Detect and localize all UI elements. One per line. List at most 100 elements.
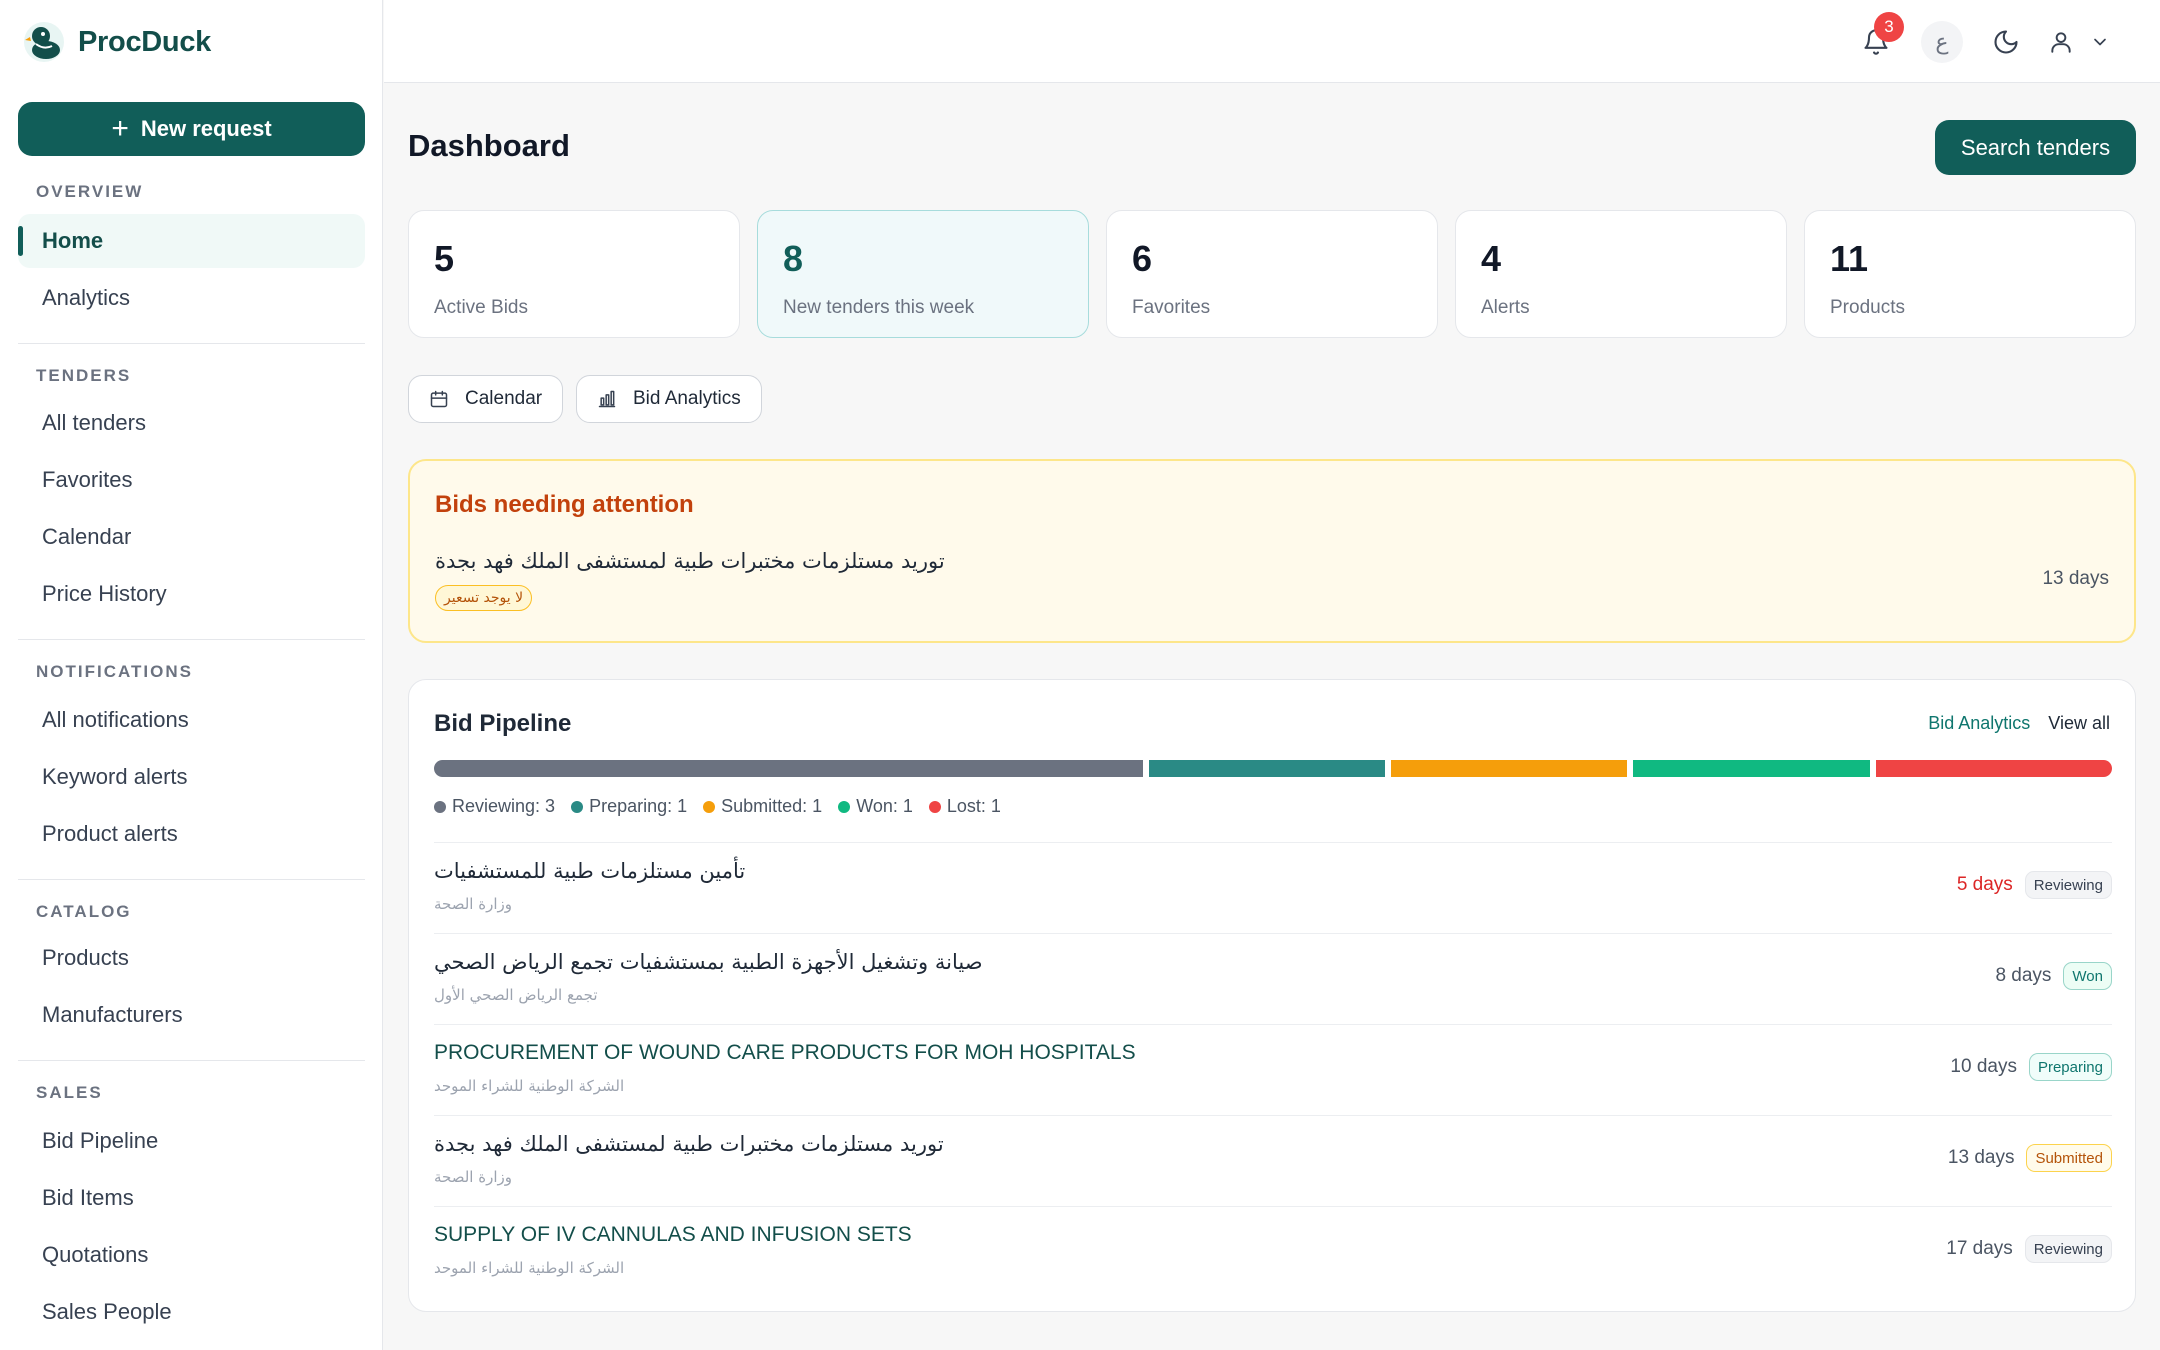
page-title: Dashboard: [408, 128, 570, 163]
duck-logo-icon: [24, 22, 64, 62]
new-request-button[interactable]: + New request: [18, 102, 365, 156]
nav-item-analytics[interactable]: Analytics: [18, 271, 365, 325]
stat-card-active-bids[interactable]: 5 Active Bids: [408, 210, 740, 338]
calendar-link-button[interactable]: Calendar: [408, 375, 564, 423]
user-menu[interactable]: [2044, 20, 2114, 64]
stat-label: New tenders this week: [783, 297, 975, 318]
legend-dot: [434, 800, 446, 813]
legend-item-preparing: Preparing: 1: [571, 796, 687, 817]
stat-value: 8: [783, 238, 804, 279]
nav-section-tenders: TENDERS: [36, 366, 132, 385]
nav-item-sales-people[interactable]: Sales People: [18, 1285, 365, 1339]
legend-item-submitted: Submitted: 1: [703, 796, 822, 817]
pipeline-row[interactable]: PROCUREMENT OF WOUND CARE PRODUCTS FOR M…: [434, 1024, 2112, 1115]
nav-section-catalog: CATALOG: [36, 902, 132, 921]
pipeline-row-subtitle: وزارة الصحة: [434, 1168, 512, 1186]
calendar-icon: [430, 390, 448, 408]
legend-label: Submitted: 1: [721, 796, 823, 816]
status-badge: Preparing: [2028, 1053, 2112, 1081]
nav-item-keyword-alerts[interactable]: Keyword alerts: [18, 750, 365, 804]
nav-item-products[interactable]: Products: [18, 931, 365, 985]
pipeline-row-title: توريد مستلزمات مختبرات طبية لمستشفى المل…: [434, 1132, 944, 1156]
stat-label: Favorites: [1132, 297, 1211, 318]
legend-label: Lost: 1: [946, 796, 1001, 816]
new-request-label: New request: [140, 116, 272, 141]
pipeline-row-subtitle: وزارة الصحة: [434, 895, 512, 913]
nav-item-all-tenders[interactable]: All tenders: [18, 396, 365, 450]
stat-label: Products: [1830, 297, 1905, 318]
pipeline-row-days: 10 days: [1950, 1056, 2017, 1077]
pipeline-row-title: تأمين مستلزمات طبية للمستشفيات: [434, 859, 746, 883]
pipeline-row-subtitle: الشركة الوطنية للشراء الموحد: [434, 1259, 625, 1277]
legend-label: Won: 1: [856, 796, 913, 816]
status-badge: Reviewing: [2024, 1235, 2112, 1263]
bid-pipeline-panel: Bid Pipeline Bid Analytics View all Revi…: [408, 679, 2136, 1312]
status-badge: Won: [2063, 962, 2112, 990]
legend-dot: [703, 800, 716, 813]
pipeline-row-title: PROCUREMENT OF WOUND CARE PRODUCTS FOR M…: [434, 1041, 1136, 1064]
pipeline-row[interactable]: توريد مستلزمات مختبرات طبية لمستشفى المل…: [434, 1115, 2112, 1206]
legend-item-won: Won: 1: [838, 796, 913, 817]
pipeline-segment-preparing: [1148, 760, 1386, 777]
legend-item-reviewing: Reviewing: 3: [434, 796, 555, 817]
legend-label: Reviewing: 3: [452, 796, 556, 816]
nav-item-price-history[interactable]: Price History: [18, 567, 365, 621]
no-pricing-badge: لا يوجد تسعير: [435, 585, 533, 611]
brand[interactable]: ProcDuck: [22, 20, 211, 64]
pipeline-segment-submitted: [1391, 760, 1628, 777]
language-toggle[interactable]: ع: [1921, 21, 1963, 63]
bids-needing-attention-panel: Bids needing attention توريد مستلزمات مخ…: [408, 459, 2136, 643]
nav-divider: [18, 879, 365, 880]
status-badge: Submitted: [2026, 1144, 2112, 1172]
nav-item-calendar[interactable]: Calendar: [18, 510, 365, 564]
nav-item-product-alerts[interactable]: Product alerts: [18, 807, 365, 861]
chevron-down-icon: [2094, 38, 2106, 46]
bar-chart-icon: [598, 390, 616, 408]
nav-divider: [18, 343, 365, 344]
pipeline-row[interactable]: صيانة وتشغيل الأجهزة الطبية بمستشفيات تج…: [434, 933, 2112, 1024]
nav-item-bid-pipeline[interactable]: Bid Pipeline: [18, 1114, 365, 1168]
attention-days: 13 days: [2042, 568, 2109, 589]
bid-analytics-link-button[interactable]: Bid Analytics: [576, 375, 762, 423]
attention-title: Bids needing attention: [435, 491, 694, 518]
legend-dot: [928, 800, 941, 813]
nav-section-overview: OVERVIEW: [36, 182, 144, 201]
pipeline-row-subtitle: تجمع الرياض الصحي الأول: [434, 986, 598, 1004]
pipeline-segment-lost: [1875, 760, 2112, 777]
stat-value: 4: [1481, 238, 1502, 279]
pipeline-row[interactable]: تأمين مستلزمات طبية للمستشفيات وزارة الص…: [434, 842, 2112, 933]
theme-toggle[interactable]: [1984, 20, 2028, 64]
nav-item-quotations[interactable]: Quotations: [18, 1228, 365, 1282]
stat-card-alerts[interactable]: 4 Alerts: [1455, 210, 1787, 338]
nav-item-home[interactable]: Home: [18, 214, 365, 268]
nav-item-all-notifications[interactable]: All notifications: [18, 693, 365, 747]
stat-card-new-tenders[interactable]: 8 New tenders this week: [757, 210, 1089, 338]
pipeline-row-days: 17 days: [1946, 1238, 2013, 1259]
notifications-button[interactable]: 3: [1854, 12, 1904, 64]
stat-card-favorites[interactable]: 6 Favorites: [1106, 210, 1438, 338]
legend-dot: [838, 800, 851, 813]
pipeline-legend: Reviewing: 3 Preparing: 1 Submitted: 1 Won:…: [434, 796, 1001, 817]
search-tenders-button[interactable]: Search tenders: [1935, 120, 2136, 175]
moon-icon: [1994, 30, 2018, 54]
stat-card-products[interactable]: 11 Products: [1804, 210, 2136, 338]
pipeline-row-days: 13 days: [1947, 1147, 2015, 1168]
nav-item-favorites[interactable]: Favorites: [18, 453, 365, 507]
plus-icon: +: [111, 112, 129, 145]
pipeline-stage-bar: [434, 760, 2112, 777]
stat-value: 5: [434, 238, 455, 279]
pipeline-segment-won: [1633, 760, 1870, 777]
sidebar: ProcDuck + New request OVERVIEW Home Ana…: [0, 0, 383, 1350]
attention-bid-title[interactable]: توريد مستلزمات مختبرات طبية لمستشفى المل…: [435, 549, 1435, 573]
bid-analytics-link[interactable]: Bid Analytics: [1928, 713, 2030, 734]
pipeline-row-subtitle: الشركة الوطنية للشراء الموحد: [434, 1077, 625, 1095]
nav-item-manufacturers[interactable]: Manufacturers: [18, 988, 365, 1042]
user-icon: [2051, 32, 2071, 53]
view-all-link[interactable]: View all: [2048, 713, 2110, 734]
pipeline-segment-reviewing: [434, 760, 1143, 777]
pipeline-row-days: 8 days: [1995, 965, 2052, 986]
stat-value: 6: [1132, 238, 1153, 279]
nav-section-notifications: NOTIFICATIONS: [36, 662, 193, 681]
pipeline-row[interactable]: SUPPLY OF IV CANNULAS AND INFUSION SETS …: [434, 1206, 2112, 1297]
nav-item-bid-items[interactable]: Bid Items: [18, 1171, 365, 1225]
